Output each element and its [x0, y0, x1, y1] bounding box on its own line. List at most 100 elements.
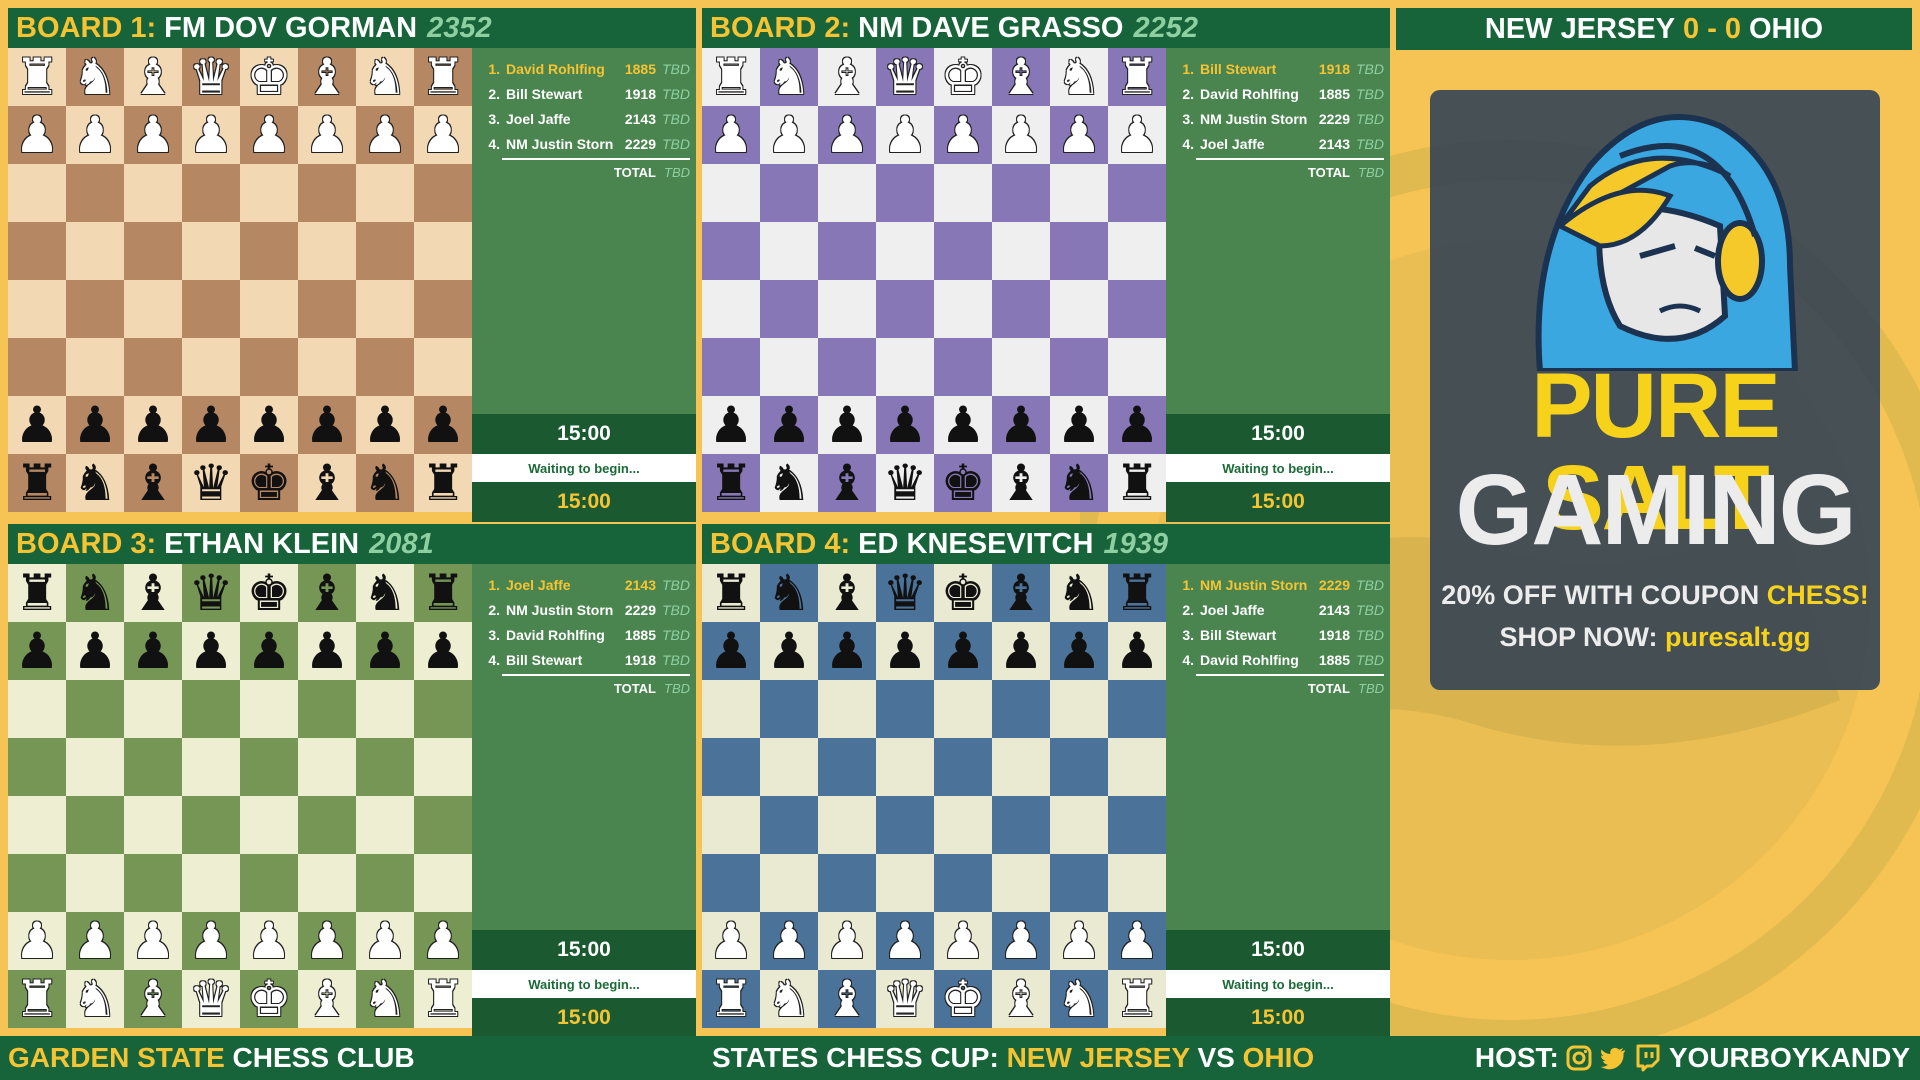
- board-square[interactable]: [414, 164, 472, 222]
- board-square[interactable]: ♜: [8, 454, 66, 512]
- black-pawn-icon[interactable]: ♟: [189, 400, 234, 450]
- board-square[interactable]: ♚: [934, 970, 992, 1028]
- board-square[interactable]: [1050, 680, 1108, 738]
- board-square[interactable]: ♝: [298, 454, 356, 512]
- board-square[interactable]: ♟: [818, 622, 876, 680]
- black-bishop-icon[interactable]: ♝: [825, 568, 870, 618]
- white-pawn-icon[interactable]: ♟: [1057, 110, 1102, 160]
- board-square[interactable]: ♚: [240, 970, 298, 1028]
- black-knight-icon[interactable]: ♞: [1057, 568, 1102, 618]
- board-square[interactable]: [876, 164, 934, 222]
- board-square[interactable]: ♜: [702, 564, 760, 622]
- board-square[interactable]: ♟: [124, 396, 182, 454]
- board-square[interactable]: [8, 680, 66, 738]
- board-square[interactable]: ♟: [182, 106, 240, 164]
- black-pawn-icon[interactable]: ♟: [1057, 400, 1102, 450]
- board-square[interactable]: ♞: [760, 48, 818, 106]
- board-square[interactable]: ♟: [760, 396, 818, 454]
- board-square[interactable]: [182, 854, 240, 912]
- chessboard[interactable]: ♜ ♞ ♝ ♛ ♚ ♝ ♞ ♜ ♟ ♟ ♟ ♟ ♟ ♟ ♟ ♟ ♟ ♟ ♟ ♟ ♟ ♟ ♟ ♟ ♜ ♞ ♝ ♛ ♚ ♝ ♞ ♜: [702, 564, 1166, 1028]
- board-square[interactable]: [760, 680, 818, 738]
- black-knight-icon[interactable]: ♞: [73, 458, 118, 508]
- board-square[interactable]: ♞: [356, 48, 414, 106]
- board-square[interactable]: [760, 222, 818, 280]
- white-king-icon[interactable]: ♚: [941, 52, 986, 102]
- black-bishop-icon[interactable]: ♝: [305, 568, 350, 618]
- board-square[interactable]: ♟: [876, 912, 934, 970]
- black-pawn-icon[interactable]: ♟: [363, 626, 408, 676]
- black-bishop-icon[interactable]: ♝: [305, 458, 350, 508]
- chessboard[interactable]: ♜ ♞ ♝ ♛ ♚ ♝ ♞ ♜ ♟ ♟ ♟ ♟ ♟ ♟ ♟ ♟ ♟ ♟ ♟ ♟ ♟ ♟ ♟ ♟ ♜ ♞ ♝ ♛ ♚ ♝ ♞ ♜: [8, 564, 472, 1028]
- black-knight-icon[interactable]: ♞: [363, 568, 408, 618]
- white-knight-icon[interactable]: ♞: [363, 52, 408, 102]
- black-king-icon[interactable]: ♚: [941, 458, 986, 508]
- board-square[interactable]: ♛: [876, 454, 934, 512]
- board-square[interactable]: ♟: [1050, 106, 1108, 164]
- board-square[interactable]: [702, 338, 760, 396]
- board-square[interactable]: [240, 854, 298, 912]
- black-pawn-icon[interactable]: ♟: [189, 626, 234, 676]
- white-pawn-icon[interactable]: ♟: [73, 916, 118, 966]
- board-square[interactable]: ♛: [182, 454, 240, 512]
- black-rook-icon[interactable]: ♜: [421, 568, 466, 618]
- board-square[interactable]: [818, 854, 876, 912]
- board-square[interactable]: ♛: [182, 970, 240, 1028]
- board-square[interactable]: [992, 738, 1050, 796]
- board-square[interactable]: [1050, 164, 1108, 222]
- board-square[interactable]: [702, 280, 760, 338]
- board-square[interactable]: [876, 280, 934, 338]
- white-pawn-icon[interactable]: ♟: [189, 916, 234, 966]
- board-square[interactable]: [702, 796, 760, 854]
- board-square[interactable]: ♟: [702, 106, 760, 164]
- board-square[interactable]: ♟: [8, 396, 66, 454]
- board-square[interactable]: [182, 680, 240, 738]
- black-king-icon[interactable]: ♚: [247, 568, 292, 618]
- board-square[interactable]: [702, 738, 760, 796]
- white-knight-icon[interactable]: ♞: [73, 52, 118, 102]
- white-king-icon[interactable]: ♚: [247, 52, 292, 102]
- board-square[interactable]: [1050, 280, 1108, 338]
- white-king-icon[interactable]: ♚: [941, 974, 986, 1024]
- board-square[interactable]: ♟: [876, 622, 934, 680]
- board-square[interactable]: ♝: [124, 454, 182, 512]
- board-square[interactable]: [240, 796, 298, 854]
- black-pawn-icon[interactable]: ♟: [421, 626, 466, 676]
- board-square[interactable]: [414, 738, 472, 796]
- white-pawn-icon[interactable]: ♟: [767, 916, 812, 966]
- board-square[interactable]: ♟: [1050, 912, 1108, 970]
- board-square[interactable]: ♜: [414, 564, 472, 622]
- white-pawn-icon[interactable]: ♟: [247, 110, 292, 160]
- board-square[interactable]: ♚: [240, 564, 298, 622]
- board-square[interactable]: ♝: [298, 48, 356, 106]
- board-square[interactable]: ♟: [66, 106, 124, 164]
- board-square[interactable]: ♟: [934, 396, 992, 454]
- board-square[interactable]: ♝: [818, 970, 876, 1028]
- board-square[interactable]: ♝: [818, 564, 876, 622]
- board-square[interactable]: [1108, 854, 1166, 912]
- board-square[interactable]: [760, 338, 818, 396]
- board-square[interactable]: [414, 222, 472, 280]
- board-square[interactable]: [66, 280, 124, 338]
- board-square[interactable]: ♟: [414, 912, 472, 970]
- board-square[interactable]: ♜: [8, 48, 66, 106]
- board-square[interactable]: ♞: [356, 970, 414, 1028]
- board-square[interactable]: [182, 222, 240, 280]
- black-pawn-icon[interactable]: ♟: [825, 400, 870, 450]
- black-pawn-icon[interactable]: ♟: [999, 400, 1044, 450]
- white-pawn-icon[interactable]: ♟: [941, 110, 986, 160]
- board-square[interactable]: ♚: [240, 454, 298, 512]
- white-pawn-icon[interactable]: ♟: [709, 916, 754, 966]
- board-square[interactable]: [240, 280, 298, 338]
- board-square[interactable]: ♜: [8, 970, 66, 1028]
- board-square[interactable]: [992, 854, 1050, 912]
- board-square[interactable]: ♟: [356, 912, 414, 970]
- white-bishop-icon[interactable]: ♝: [999, 52, 1044, 102]
- board-square[interactable]: [876, 338, 934, 396]
- board-square[interactable]: [818, 738, 876, 796]
- black-pawn-icon[interactable]: ♟: [247, 400, 292, 450]
- board-square[interactable]: ♟: [1108, 622, 1166, 680]
- board-square[interactable]: [992, 280, 1050, 338]
- white-pawn-icon[interactable]: ♟: [15, 916, 60, 966]
- board-square[interactable]: [818, 796, 876, 854]
- white-bishop-icon[interactable]: ♝: [131, 974, 176, 1024]
